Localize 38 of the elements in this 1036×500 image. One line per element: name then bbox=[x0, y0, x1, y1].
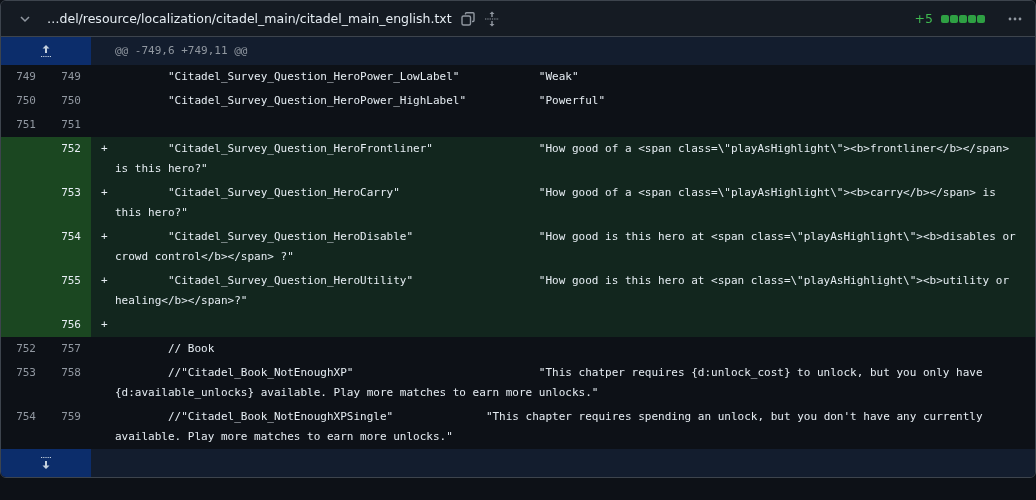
line-number: 751 bbox=[15, 117, 37, 133]
line-number: 750 bbox=[15, 93, 37, 109]
line-number: 751 bbox=[60, 117, 82, 133]
line-number: 758 bbox=[60, 365, 82, 381]
code-line: "Citadel_Survey_Question_HeroFrontliner" "How good of a <span class=\"playAsHighlight\"><b>frontliner</b></span> is this hero?" bbox=[115, 142, 1011, 175]
expand-up-icon bbox=[40, 44, 52, 58]
line-number: 755 bbox=[46, 269, 91, 313]
diff-marker: + bbox=[101, 230, 108, 243]
additions-count: +5 bbox=[914, 11, 933, 26]
code-line: //"Citadel_Book_NotEnoughXPSingle" "This chapter requires spending an unlock, but you don't have any currently available. Play more matches to earn more unlocks." bbox=[115, 410, 984, 443]
code-line: "Citadel_Survey_Question_HeroPower_HighLabel" "Powerful" bbox=[167, 94, 606, 107]
code-line: "Citadel_Survey_Question_HeroDisable" "How good is this hero at <span class=\"playAsHighlight\"><b>disables or crowd control</b></span> ?" bbox=[115, 230, 1017, 263]
code-line: // Book bbox=[167, 342, 215, 355]
code-line: //"Citadel_Book_NotEnoughXP" "This chatper requires {d:unlock_cost} to unlock, but you only have {d:available_unlocks} available. Play more matches to earn more unlocks." bbox=[115, 366, 984, 399]
line-number: 756 bbox=[46, 313, 91, 337]
line-number: 754 bbox=[15, 409, 37, 425]
line-number: 753 bbox=[46, 181, 91, 225]
line-number: 759 bbox=[60, 409, 82, 425]
code-line: "Citadel_Survey_Question_HeroUtility" "How good is this hero at <span class=\"playAsHighlight\"><b>utility or healing</b></span>?" bbox=[115, 274, 1011, 307]
copy-icon[interactable] bbox=[459, 10, 476, 27]
line-number: 753 bbox=[15, 365, 37, 381]
expand-all-icon[interactable] bbox=[483, 10, 500, 27]
diff-marker: + bbox=[101, 142, 108, 155]
diff-marker: + bbox=[101, 274, 108, 287]
diff-marker: + bbox=[101, 186, 108, 199]
line-number: 754 bbox=[46, 225, 91, 269]
line-number: 750 bbox=[60, 93, 82, 109]
line-number: 749 bbox=[15, 69, 37, 85]
hunk-header: @@ -749,6 +749,11 @@ bbox=[115, 44, 248, 57]
line-number: 749 bbox=[60, 69, 82, 85]
line-number: 752 bbox=[46, 137, 91, 181]
file-path[interactable]: …del/resource/localization/citadel_main/citadel_main_english.txt bbox=[47, 11, 452, 26]
code-line: "Citadel_Survey_Question_HeroCarry" "How good of a <span class=\"playAsHighlight\"><b>carry</b></span> is this hero?" bbox=[115, 186, 997, 219]
line-number: 757 bbox=[60, 341, 82, 357]
expand-down-icon bbox=[40, 456, 52, 470]
line-number: 752 bbox=[15, 341, 37, 357]
code-line: "Citadel_Survey_Question_HeroPower_LowLabel" "Weak" bbox=[167, 70, 579, 83]
diff-marker: + bbox=[101, 318, 108, 331]
